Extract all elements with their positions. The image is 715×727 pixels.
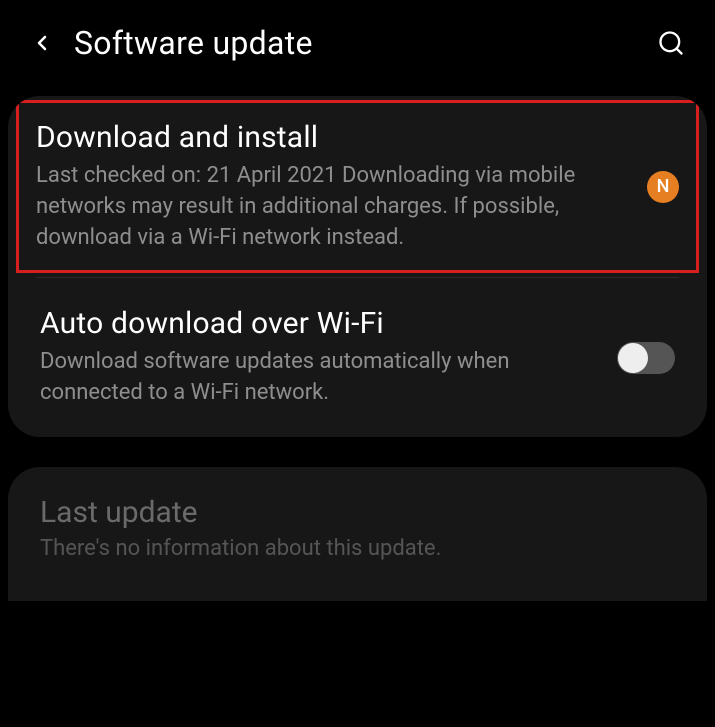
item-desc: Download software updates automatically … (40, 347, 597, 409)
item-title: Download and install (36, 120, 627, 155)
auto-download-item[interactable]: Auto download over Wi-Fi Download softwa… (8, 278, 707, 437)
item-content: Auto download over Wi-Fi Download softwa… (40, 306, 597, 409)
search-icon[interactable] (657, 29, 685, 57)
item-desc: There's no information about this update… (40, 536, 675, 561)
main-card: Download and install Last checked on: 21… (8, 96, 707, 437)
last-update-card[interactable]: Last update There's no information about… (8, 467, 707, 601)
item-content: Download and install Last checked on: 21… (36, 120, 627, 253)
item-desc: Last checked on: 21 April 2021 Downloadi… (36, 161, 627, 253)
back-icon[interactable] (30, 31, 54, 55)
item-title: Auto download over Wi-Fi (40, 306, 597, 341)
auto-download-toggle[interactable] (617, 342, 675, 374)
item-title: Last update (40, 495, 675, 530)
download-install-item[interactable]: Download and install Last checked on: 21… (10, 98, 705, 275)
page-title: Software update (74, 24, 637, 62)
toggle-knob (618, 343, 648, 373)
notification-badge: N (647, 171, 679, 203)
header: Software update (0, 0, 715, 86)
